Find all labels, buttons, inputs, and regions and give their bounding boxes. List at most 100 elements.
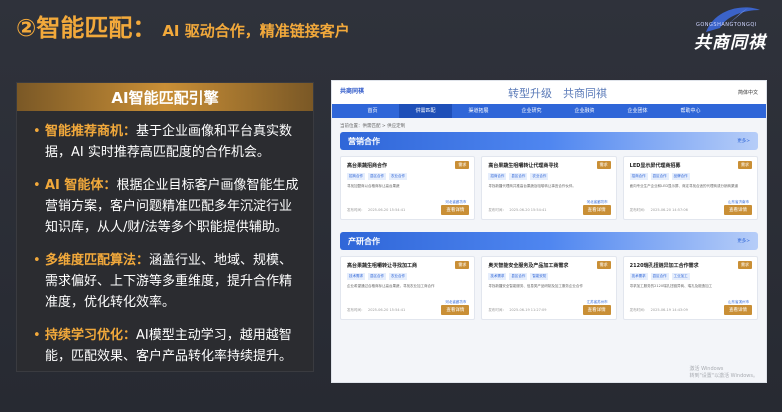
- card-tag: 农业合作: [389, 273, 407, 280]
- view-details-button[interactable]: 查看详情: [441, 205, 470, 215]
- bullet-dot-icon: •: [33, 124, 41, 139]
- language-selector[interactable]: 简体中文: [738, 89, 758, 96]
- card-tag: 县区合作: [509, 173, 528, 180]
- section-header-marketing: 营销合作 更多>: [340, 132, 758, 150]
- card-title: 2120瑞孔扭链异加工合作需求: [629, 263, 699, 269]
- feature-item: • 持续学习优化：AI模型主动学习，越用越智能，匹配效果、客户产品转化率持续提升…: [33, 325, 299, 367]
- card-title: LED显示屏代理商招募: [629, 163, 681, 169]
- card-date: 发布时间： 2025-06-20 14:57:06: [629, 208, 688, 212]
- card-description: 面向专业生产企业和LED显示屏、商定寻找合适的代理商或分销商渠道: [629, 184, 739, 188]
- panel-heading-bar: AI智能匹配引擎: [17, 83, 313, 111]
- card-date: 发布时间： 2025-06-20 15:54:41: [347, 308, 406, 312]
- breadcrumb: 当前位置：供需匹配 > 供应定制: [340, 124, 406, 129]
- card-badge: 需求: [596, 261, 611, 269]
- bullet-dot-icon: •: [33, 253, 41, 268]
- card-tag: 技术需求: [488, 273, 507, 280]
- card-tag: 县区合作: [650, 173, 669, 180]
- card-tags: 技术需求 县区合作 农业合作: [347, 273, 469, 280]
- card-description: 企业希望通过合格商标让高台果蔬，寻找农业加工商合作: [347, 284, 435, 288]
- more-link[interactable]: 更多>: [737, 238, 750, 244]
- view-details-button[interactable]: 查看详情: [582, 305, 611, 315]
- nav-item-financing[interactable]: 企业融资: [558, 104, 611, 118]
- card-row: 高台果蔬生咀嚼转让寻找加工商 需求 技术需求 县区合作 农业合作 企业希望通过合格商…: [340, 256, 758, 320]
- feature-list: • 智能推荐商机：基于企业画像和平台真实数据，AI 实时推荐高匹配度的合作机会。…: [17, 111, 313, 367]
- nav-item-groups[interactable]: 企业团体: [611, 104, 664, 118]
- feature-key: 多维度匹配算法：: [45, 253, 150, 268]
- logo-text: 共商同祺: [694, 33, 766, 53]
- nav-item-research[interactable]: 企业研究: [505, 104, 558, 118]
- view-details-button[interactable]: 查看详情: [723, 205, 752, 215]
- card-tags: 技术需求 县区合作 工业加工: [629, 273, 752, 280]
- opportunity-card[interactable]: 2120瑞孔扭链异加工合作需求 需求 技术需求 县区合作 工业加工 寻求加工服务的2…: [622, 256, 758, 320]
- feature-item: • AI 智能体：根据企业目标客户画像智能生成营销方案，客户问题精准匹配多年沉淀…: [33, 175, 299, 238]
- nav-item-channels[interactable]: 渠道拓展: [452, 104, 505, 118]
- card-tag: 技术需求: [347, 273, 365, 280]
- windows-activation-watermark: 激活 Windows 转到"设置"以激活 Windows。: [689, 366, 758, 380]
- section-title: 产研合作: [348, 236, 380, 246]
- more-link[interactable]: 更多>: [737, 138, 750, 144]
- card-badge: 需求: [455, 261, 470, 269]
- nav-item-help[interactable]: 帮助中心: [664, 104, 717, 118]
- opportunity-card[interactable]: 高台果蔬生咀嚼转让代理商寻找 需求 招商合作 县区合作 农业合作 寻找新疆代理商共推…: [481, 156, 617, 220]
- card-date: 发布时间： 2025-06-20 15:54:41: [488, 208, 547, 212]
- card-tag: 品牌合作: [671, 173, 690, 180]
- card-tag: 工业加工: [671, 273, 690, 280]
- bullet-dot-icon: •: [33, 178, 41, 193]
- brand-logo: GONGSHANGTONGQI 共商同祺: [686, 2, 772, 54]
- card-description: 寻找新疆代理商共推高台果蔬及咀嚼转让事宜合作伙伴。: [488, 184, 576, 188]
- feature-item: • 多维度匹配算法：涵盖行业、地域、规模、需求偏好、上下游等多重维度，提升合作精…: [33, 250, 299, 313]
- section-title: 营销合作: [348, 136, 380, 146]
- feature-key: 持续学习优化：: [45, 328, 137, 343]
- card-row: 高台果蔬招商合作 需求 招商合作 县区合作 农业合作 寻找加盟商以合格商标让高台果蔬…: [340, 156, 758, 220]
- card-tag: 技术需求: [629, 273, 648, 280]
- slide-title-main: ②智能匹配：: [16, 14, 157, 42]
- watermark-line: 激活 Windows: [689, 366, 724, 372]
- card-tag: 农业合作: [389, 173, 407, 180]
- card-tags: 技术需求 县区合作 智能安防: [488, 273, 610, 280]
- panel-heading: AI智能匹配引擎: [111, 88, 219, 107]
- opportunity-card[interactable]: 奥天智能安全服务及产品加工商需求 需求 技术需求 县区合作 智能安防 寻找新疆安全智…: [481, 256, 617, 320]
- opportunity-card[interactable]: 高台果蔬生咀嚼转让寻找加工商 需求 技术需求 县区合作 农业合作 企业希望通过合格商…: [340, 256, 476, 320]
- card-title: 高台果蔬招商合作: [347, 163, 388, 169]
- section-header-rnd: 产研合作 更多>: [340, 232, 758, 250]
- card-tags: 招商合作 县区合作 品牌合作: [629, 173, 752, 180]
- site-slogan: 转型升级 共商同祺: [508, 87, 607, 100]
- card-tag: 招商合作: [347, 173, 365, 180]
- card-tag: 县区合作: [368, 173, 386, 180]
- opportunity-card[interactable]: LED显示屏代理商招募 需求 招商合作 县区合作 品牌合作 面向专业生产企业和LED…: [622, 156, 758, 220]
- card-description: 寻求加工服务的2120瑞孔扭链异商、瑞孔及锻造加工: [629, 284, 713, 288]
- card-description: 寻找加盟商以合格商标让高台果蔬: [347, 184, 400, 188]
- card-date: 发布时间： 2025-06-19 11:27:09: [488, 308, 547, 312]
- card-date: 发布时间： 2025-06-19 14:43:09: [629, 308, 688, 312]
- card-tag: 农业合作: [530, 173, 549, 180]
- platform-screenshot: 共商同祺 转型升级 共商同祺 简体中文 首页 供需匹配 渠道拓展 企业研究 企业…: [331, 80, 767, 383]
- view-details-button[interactable]: 查看详情: [723, 305, 752, 315]
- feature-panel: AI智能匹配引擎 • 智能推荐商机：基于企业画像和平台真实数据，AI 实时推荐高…: [16, 82, 314, 372]
- slide-title: ②智能匹配： AI 驱动合作，精准链接客户: [16, 8, 350, 43]
- card-title: 奥天智能安全服务及产品加工商需求: [488, 263, 569, 269]
- card-tags: 招商合作 县区合作 农业合作: [347, 173, 469, 180]
- card-tag: 招商合作: [629, 173, 648, 180]
- card-badge: 需求: [596, 161, 611, 169]
- feature-item: • 智能推荐商机：基于企业画像和平台真实数据，AI 实时推荐高匹配度的合作机会。: [33, 121, 299, 163]
- site-logo[interactable]: 共商同祺: [340, 86, 364, 95]
- feature-key: AI 智能体：: [45, 178, 117, 193]
- card-badge: 需求: [737, 261, 752, 269]
- card-tag: 县区合作: [650, 273, 669, 280]
- watermark-line: 转到"设置"以激活 Windows。: [689, 373, 758, 379]
- card-date: 发布时间： 2025-06-20 15:54:41: [347, 208, 406, 212]
- opportunity-card[interactable]: 高台果蔬招商合作 需求 招商合作 县区合作 农业合作 寻找加盟商以合格商标让高台果蔬…: [340, 156, 476, 220]
- card-title: 高台果蔬生咀嚼转让寻找加工商: [347, 263, 418, 269]
- nav-item-home[interactable]: 首页: [346, 104, 399, 118]
- view-details-button[interactable]: 查看详情: [582, 205, 611, 215]
- card-tag: 县区合作: [368, 273, 386, 280]
- card-badge: 需求: [455, 161, 470, 169]
- card-tag: 智能安防: [530, 273, 549, 280]
- view-details-button[interactable]: 查看详情: [441, 305, 470, 315]
- card-tag: 县区合作: [509, 273, 528, 280]
- site-nav: 首页 供需匹配 渠道拓展 企业研究 企业融资 企业团体 帮助中心: [332, 104, 766, 118]
- nav-item-matching[interactable]: 供需匹配: [399, 104, 452, 118]
- card-tag: 招商合作: [488, 173, 507, 180]
- card-tags: 招商合作 县区合作 农业合作: [488, 173, 610, 180]
- card-title: 高台果蔬生咀嚼转让代理商寻找: [488, 163, 559, 169]
